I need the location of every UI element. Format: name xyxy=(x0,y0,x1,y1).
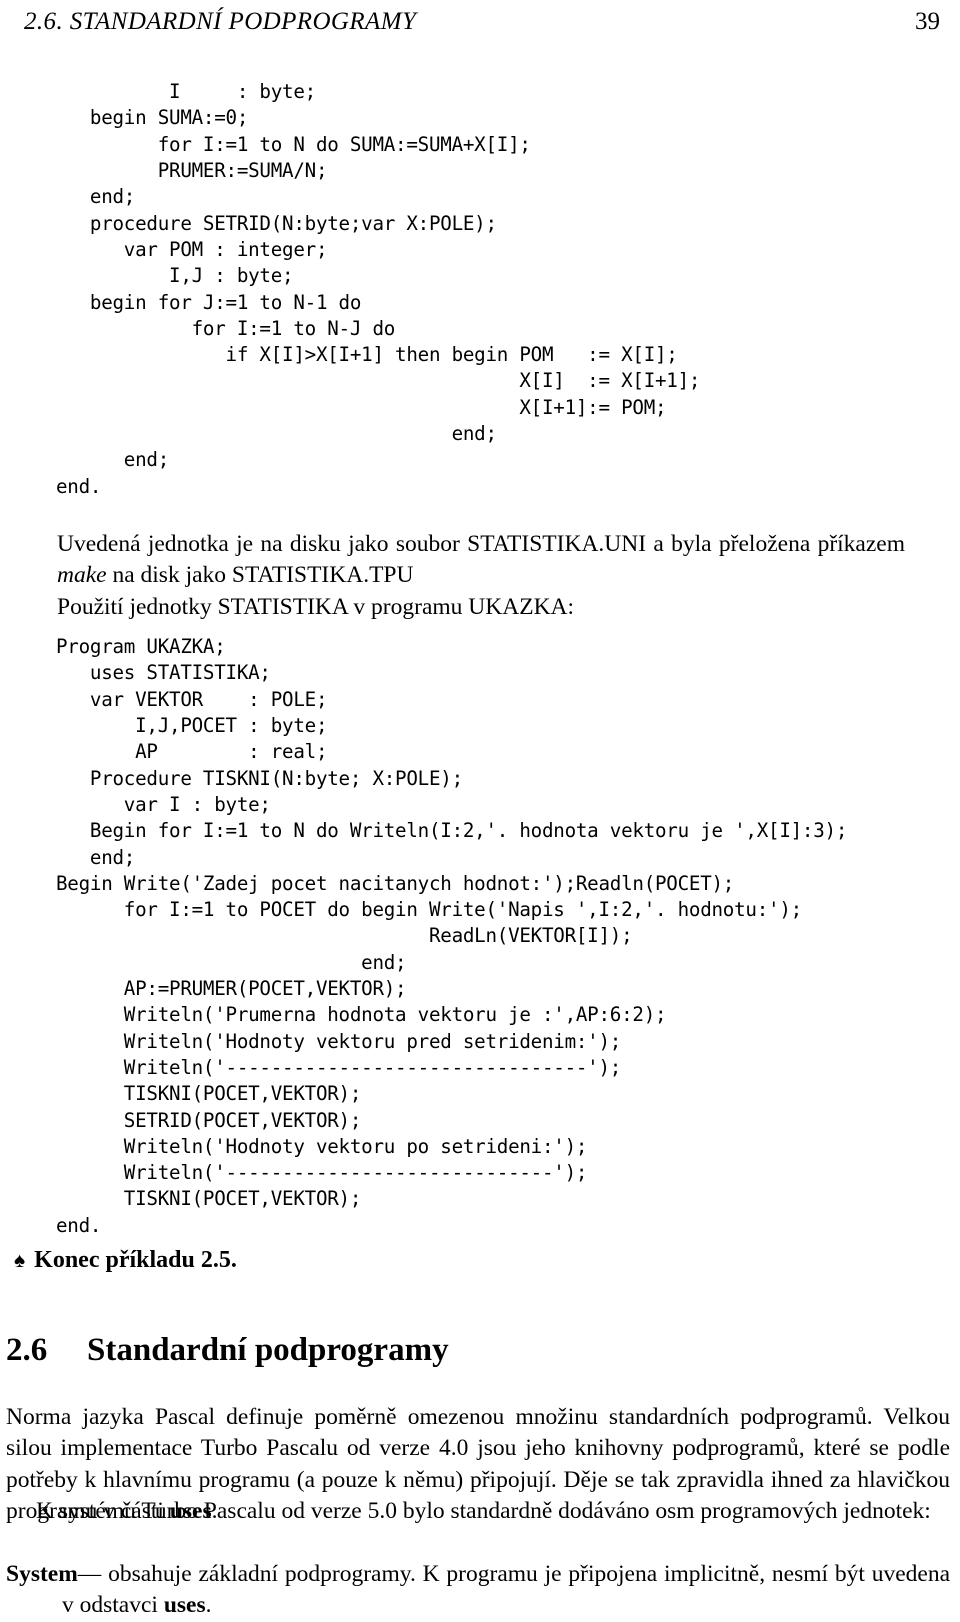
paragraph-unit-text-before: Uvedená jednotka je na disku jako soubor… xyxy=(57,530,905,557)
page-number: 39 xyxy=(915,8,940,35)
paragraph-unit-text-after: na disk jako STATISTIKA.TPU xyxy=(106,562,414,588)
running-header: 2.6. STANDARDNÍ PODPROGRAMY 39 xyxy=(24,8,940,42)
paragraph-system-text-after: . xyxy=(205,1592,212,1618)
paragraph-system-unit: System— obsahuje základní podprogramy. K… xyxy=(6,1559,950,1622)
section-title: Standardní podprogramy xyxy=(87,1332,449,1369)
example-end-marker: ♠ Konec příkladu 2.5. xyxy=(14,1247,237,1274)
paragraph-system-hang: System— obsahuje základní podprogramy. K… xyxy=(6,1559,950,1622)
spade-icon: ♠ xyxy=(14,1248,26,1272)
example-end-label: Konec příkladu 2.5. xyxy=(34,1247,237,1273)
unit-term-system: System xyxy=(6,1560,78,1587)
paragraph-usage-intro: Použití jednotky STATISTIKA v programu U… xyxy=(57,593,575,620)
paragraph-system-uses-keyword: uses xyxy=(163,1592,206,1618)
document-page: 2.6. STANDARDNÍ PODPROGRAMY 39 I : byte;… xyxy=(0,0,960,1618)
running-header-title: 2.6. STANDARDNÍ PODPROGRAMY xyxy=(24,8,417,35)
paragraph-ksystemu: K systému Turbo Pascalu od verze 5.0 byl… xyxy=(36,1497,931,1524)
section-heading: 2.6 Standardní podprogramy xyxy=(6,1332,449,1369)
section-number: 2.6 xyxy=(6,1332,48,1369)
paragraph-unit-make-emphasis: make xyxy=(57,562,107,588)
paragraph-unit-on-disk: Uvedená jednotka je na disku jako soubor… xyxy=(57,529,905,592)
paragraph-system-dash: — xyxy=(77,1560,102,1587)
code-block-ukazka-program: Program UKAZKA; uses STATISTIKA; var VEK… xyxy=(56,635,848,1237)
code-block-statistika-unit: I : byte; begin SUMA:=0; for I:=1 to N d… xyxy=(56,80,701,498)
